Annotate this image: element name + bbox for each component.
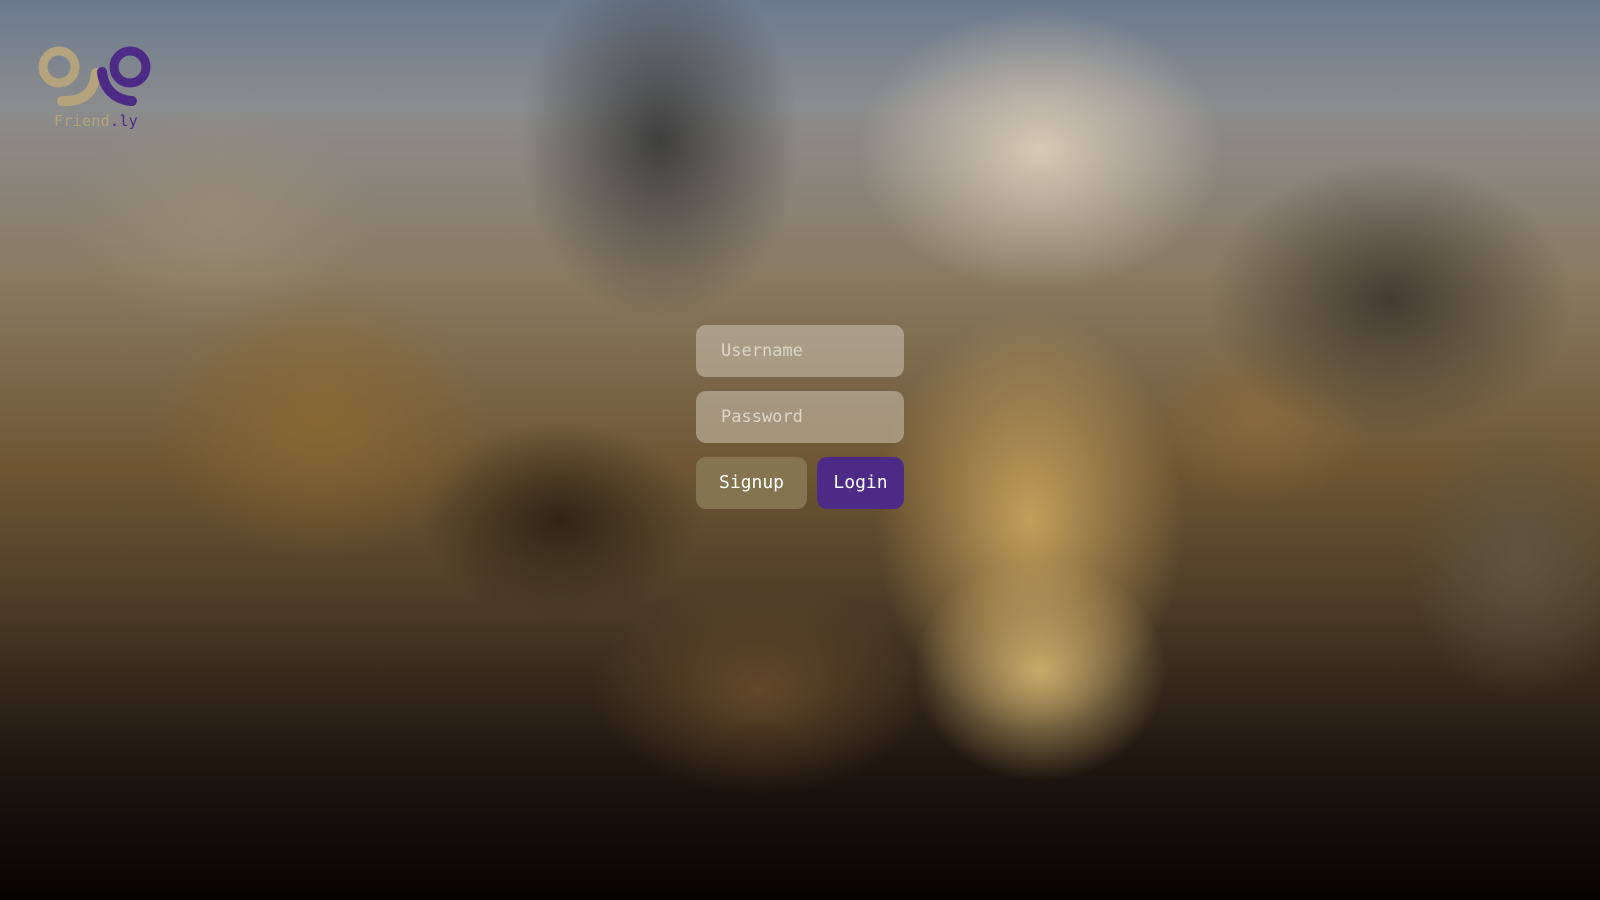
password-placeholder: Password xyxy=(721,407,803,427)
logo-text-friend: Friend xyxy=(54,112,110,130)
logo-mark-icon xyxy=(38,46,151,107)
login-button[interactable]: Login xyxy=(817,457,904,509)
form-buttons: Signup Login xyxy=(696,457,904,509)
logo: Friend.ly xyxy=(38,44,154,134)
login-form: Username Password Signup Login xyxy=(696,325,904,509)
logo-text-ly: .ly xyxy=(110,112,138,130)
logo-wordmark: Friend.ly xyxy=(54,112,138,130)
username-placeholder: Username xyxy=(721,341,803,361)
signup-button[interactable]: Signup xyxy=(696,457,807,509)
password-input[interactable]: Password xyxy=(696,391,904,443)
username-input[interactable]: Username xyxy=(696,325,904,377)
